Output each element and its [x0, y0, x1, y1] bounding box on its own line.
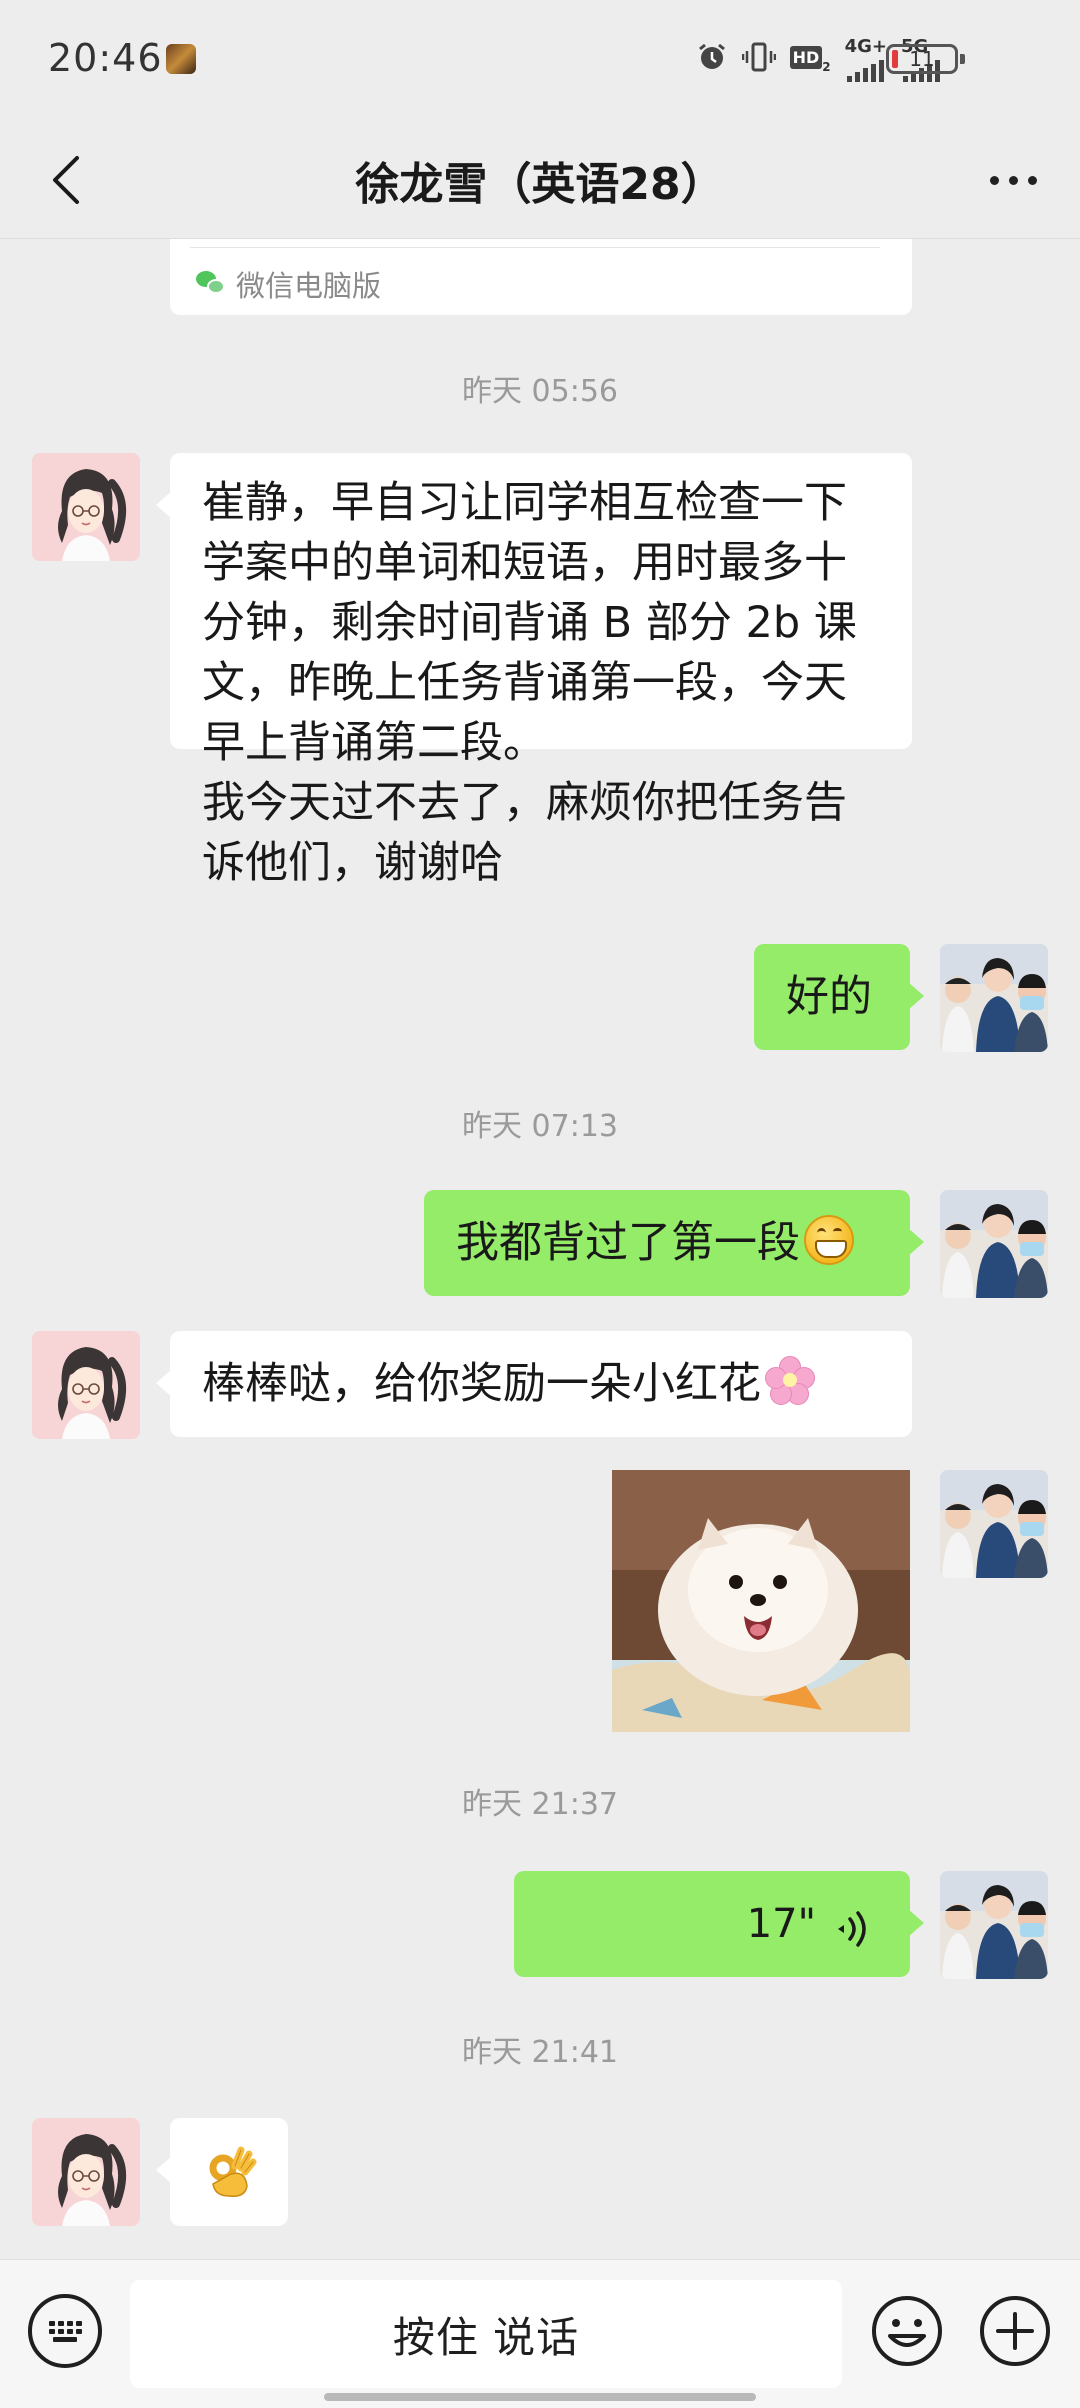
more-dots-icon [989, 175, 999, 185]
my-avatar[interactable] [940, 1190, 1048, 1298]
signal-4g: 4G+ [845, 38, 887, 82]
network-4g-label: 4G+ [844, 36, 887, 57]
hd-label: HD [789, 46, 823, 69]
message-text: 好的 [786, 972, 872, 1022]
link-card-source: 微信电脑版 [236, 269, 382, 303]
voice-duration: 17" [746, 1901, 816, 1947]
contact-avatar[interactable] [32, 2118, 140, 2226]
emoji-message-bubble[interactable] [156, 2118, 288, 2226]
signal-bars-icon [846, 56, 884, 82]
status-bar: 20:46 HD 2 4G+ 5G 11 [0, 0, 1080, 120]
timestamp: 昨天 21:41 [462, 2035, 618, 2070]
alarm-icon [696, 41, 728, 79]
my-avatar[interactable] [940, 944, 1048, 1052]
smile-icon [872, 2296, 942, 2366]
my-avatar[interactable] [940, 1871, 1048, 1979]
voice-wave-icon [830, 1905, 870, 1965]
battery-level: 11 [909, 47, 935, 71]
grin-emoji-icon [804, 1215, 854, 1265]
battery-indicator: 11 [886, 44, 965, 74]
chat-header: 徐龙雪（英语28） [0, 120, 1080, 240]
message-bubble-incoming[interactable]: 崔静，早自习让同学相互检查一下学案中的单词和短语，用时最多十分钟，剩余时间背诵 … [156, 453, 912, 888]
message-text: 棒棒哒，给你奖励一朵小红花 [202, 1359, 761, 1409]
timestamp: 昨天 05:56 [462, 374, 618, 409]
more-button[interactable] [968, 144, 1058, 216]
message-bubble-outgoing[interactable]: 好的 [754, 944, 924, 1050]
shared-link-card[interactable]: 微信电脑版 [170, 239, 912, 315]
keyboard-icon [48, 2320, 82, 2342]
timestamp: 昨天 21:37 [462, 1787, 618, 1822]
plus-circle-icon [980, 2296, 1050, 2366]
my-avatar[interactable] [940, 1470, 1048, 1578]
message-text: 崔静，早自习让同学相互检查一下学案中的单词和短语，用时最多十分钟，剩余时间背诵 … [202, 478, 857, 888]
hd-icon: HD 2 [789, 46, 831, 74]
home-indicator[interactable] [324, 2393, 756, 2401]
message-list[interactable]: 微信电脑版 昨天 05:56 崔静，早自习让同学相互检查一下学案中的单词和短语，… [0, 239, 1080, 2259]
keyboard-toggle-button[interactable] [28, 2294, 102, 2368]
chat-input-bar: 按住 说话 [0, 2259, 1080, 2408]
contact-avatar[interactable] [32, 1331, 140, 1439]
flower-emoji-icon [765, 1356, 815, 1406]
status-time: 20:46 [48, 36, 163, 80]
notification-app-icon [166, 44, 196, 74]
message-bubble-incoming[interactable]: 棒棒哒，给你奖励一朵小红花 [156, 1331, 912, 1437]
wechat-icon [196, 271, 226, 297]
message-bubble-outgoing[interactable]: 我都背过了第一段 [424, 1190, 924, 1296]
ok-hand-emoji-icon [209, 2146, 257, 2198]
image-message[interactable] [612, 1470, 910, 1732]
more-functions-button[interactable] [978, 2294, 1052, 2368]
contact-avatar[interactable] [32, 453, 140, 561]
dog-photo-icon [612, 1470, 910, 1732]
emoji-button[interactable] [870, 2294, 944, 2368]
message-text: 我都背过了第一段 [456, 1218, 800, 1268]
timestamp: 昨天 07:13 [462, 1109, 618, 1144]
vibrate-icon [741, 41, 776, 79]
hold-to-talk-button[interactable]: 按住 说话 [130, 2280, 842, 2388]
voice-message-bubble[interactable]: 17" [514, 1871, 924, 1977]
chat-title: 徐龙雪（英语28） [355, 159, 725, 210]
